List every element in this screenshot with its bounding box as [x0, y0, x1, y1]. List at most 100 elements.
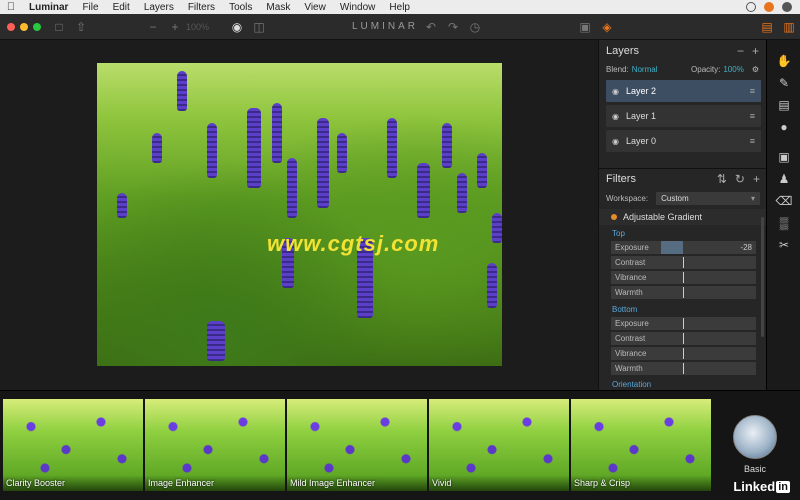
menu-filters[interactable]: Filters — [181, 2, 222, 13]
top-vibrance-slider[interactable]: Vibrance — [611, 271, 756, 284]
crop-tool-icon[interactable]: ▣ — [767, 146, 800, 168]
add-filter-icon[interactable]: + — [753, 172, 760, 186]
menu-window[interactable]: Window — [333, 2, 383, 13]
section-top: Top — [612, 229, 625, 238]
linkedin-badge: in — [776, 480, 790, 493]
bottom-vibrance-slider[interactable]: Vibrance — [611, 347, 756, 360]
slider-value: -28 — [740, 243, 752, 252]
preset-label: Image Enhancer — [148, 478, 215, 488]
blend-row: Blend: Normal Opacity: 100% ⚙ — [599, 61, 766, 77]
layers-toggle-icon[interactable]: ◈ — [596, 16, 618, 38]
opacity-value[interactable]: 100% — [723, 65, 743, 74]
chevron-down-icon: ▾ — [750, 193, 755, 203]
top-contrast-slider[interactable]: Contrast — [611, 256, 756, 269]
slider-label: Contrast — [615, 258, 646, 267]
preset-label: Vivid — [432, 478, 452, 488]
zoom-out-icon[interactable]: − — [142, 16, 164, 38]
top-exposure-slider[interactable]: Exposure -28 — [611, 241, 756, 254]
gradient-mask-icon[interactable]: ▤ — [767, 94, 800, 116]
menu-view[interactable]: View — [297, 2, 333, 13]
filter-sort-icon[interactable]: ⇅ — [717, 172, 727, 186]
slider-label: Contrast — [615, 334, 646, 343]
redo-icon[interactable]: ↷ — [442, 16, 464, 38]
layout-panel-icon[interactable]: ▤ — [756, 16, 778, 38]
apple-icon[interactable]:  — [0, 1, 22, 13]
layer-row-1[interactable]: ◉ Layer 1 ≡ — [606, 105, 761, 127]
search-icon[interactable] — [746, 2, 756, 12]
bottom-warmth-slider[interactable]: Warmth — [611, 362, 756, 375]
layer-adjust-icon[interactable]: ≡ — [750, 111, 755, 121]
layer-adjust-icon[interactable]: ≡ — [750, 86, 755, 96]
visibility-eye-icon[interactable]: ◉ — [612, 112, 626, 121]
linkedin-text: Linked — [733, 479, 776, 494]
zoom-in-icon[interactable]: + — [164, 16, 186, 38]
preset-label: Mild Image Enhancer — [290, 478, 376, 488]
share-icon[interactable]: ⇧ — [70, 16, 92, 38]
presets-strip: Clarity Booster Image Enhancer Mild Imag… — [0, 390, 800, 500]
bottom-exposure-slider[interactable]: Exposure — [611, 317, 756, 330]
watermark-text: www.cgtsj.com — [267, 231, 440, 256]
noise-tool-icon[interactable]: ▒ — [767, 212, 800, 234]
layer-label: Layer 0 — [626, 136, 657, 146]
preset-thumbnail[interactable]: Image Enhancer — [145, 399, 285, 491]
preset-thumbnail[interactable]: Mild Image Enhancer — [287, 399, 427, 491]
add-layer-icon[interactable]: + — [752, 44, 759, 58]
filter-name: Adjustable Gradient — [623, 212, 703, 222]
menu-tools[interactable]: Tools — [222, 2, 259, 13]
slider-label: Vibrance — [615, 349, 647, 358]
filters-section: Filters ⇅ ↻ + Workspace: Custom ▾ Adjust… — [599, 168, 767, 390]
history-icon[interactable]: ◷ — [464, 16, 486, 38]
linkedin-logo: Linked in — [733, 479, 790, 494]
filters-scrollbar[interactable] — [761, 217, 764, 337]
lupine-photo[interactable]: www.cgtsj.com — [97, 63, 502, 366]
clone-stamp-icon[interactable]: ♟ — [767, 168, 800, 190]
preview-eye-icon[interactable]: ◉ — [226, 16, 248, 38]
visibility-eye-icon[interactable]: ◉ — [612, 87, 626, 96]
layer-settings-gear-icon[interactable]: ⚙ — [752, 65, 759, 74]
notification-icon[interactable] — [782, 2, 792, 12]
transform-tool-icon[interactable]: ✂ — [767, 234, 800, 256]
luminar-status-icon[interactable] — [764, 2, 774, 12]
filter-refresh-icon[interactable]: ↻ — [735, 172, 745, 186]
top-warmth-slider[interactable]: Warmth — [611, 286, 756, 299]
preset-thumbnail[interactable]: Sharp & Crisp — [571, 399, 711, 491]
presets-image-icon[interactable]: ▣ — [574, 16, 596, 38]
close-window-icon[interactable] — [7, 22, 15, 31]
erase-tool-icon[interactable]: ⌫ — [767, 190, 800, 212]
minimize-window-icon[interactable] — [20, 22, 28, 31]
menu-mask[interactable]: Mask — [259, 2, 297, 13]
blend-mode-select[interactable]: Normal — [632, 65, 658, 74]
slider-label: Warmth — [615, 364, 643, 373]
preset-category-basic[interactable]: Basic — [730, 415, 780, 474]
remove-layer-icon[interactable]: − — [737, 44, 744, 58]
maximize-window-icon[interactable] — [33, 22, 41, 31]
hand-tool-icon[interactable]: ✋ — [767, 50, 800, 72]
compare-icon[interactable]: ◫ — [248, 16, 270, 38]
workspace-select[interactable]: Custom ▾ — [656, 191, 760, 205]
preset-thumbnail[interactable]: Vivid — [429, 399, 569, 491]
open-folder-icon[interactable]: □ — [48, 16, 70, 38]
menu-help[interactable]: Help — [382, 2, 417, 13]
radial-mask-icon[interactable]: ● — [767, 116, 800, 138]
layout-filmstrip-icon[interactable]: ▥ — [778, 16, 800, 38]
menu-layers[interactable]: Layers — [137, 2, 181, 13]
preset-thumbnail[interactable]: Clarity Booster — [3, 399, 143, 491]
menu-app[interactable]: Luminar — [22, 2, 75, 13]
filter-adjustable-gradient[interactable]: Adjustable Gradient — [599, 209, 767, 225]
layer-adjust-icon[interactable]: ≡ — [750, 136, 755, 146]
layers-title: Layers — [606, 45, 640, 57]
preset-label: Clarity Booster — [6, 478, 66, 488]
layer-row-2[interactable]: ◉ Layer 2 ≡ — [606, 80, 761, 102]
zoom-level[interactable]: 100% — [186, 22, 226, 32]
app-title: LUMINAR — [351, 21, 418, 32]
brush-tool-icon[interactable]: ✎ — [767, 72, 800, 94]
menu-edit[interactable]: Edit — [106, 2, 137, 13]
visibility-eye-icon[interactable]: ◉ — [612, 137, 626, 146]
image-canvas[interactable]: www.cgtsj.com — [0, 40, 598, 390]
category-label: Basic — [743, 464, 766, 474]
bottom-contrast-slider[interactable]: Contrast — [611, 332, 756, 345]
menu-file[interactable]: File — [75, 2, 105, 13]
app-toolbar: □ ⇧ − + 100% ◉ ◫ LUMINAR ↶ ↷ ◷ ▣ ◈ ▤ ▥ — [0, 14, 800, 40]
right-panel: Layers − + Blend: Normal Opacity: 100% ⚙… — [598, 40, 767, 390]
layer-row-0[interactable]: ◉ Layer 0 ≡ — [606, 130, 761, 152]
